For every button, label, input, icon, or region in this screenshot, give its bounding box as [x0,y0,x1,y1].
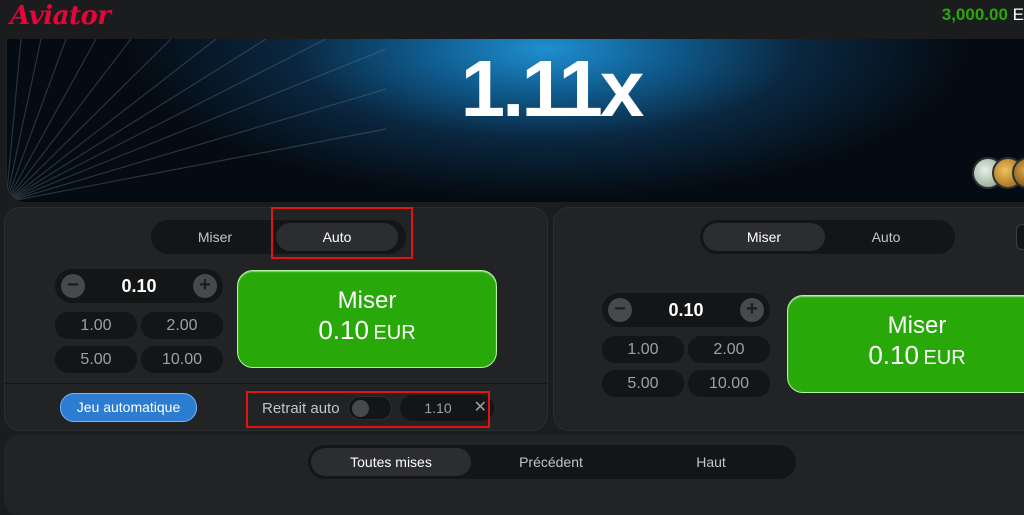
bet-panel-2: Miser Auto − 0.10 + 1.00 2.00 5.00 10.00… [553,207,1024,431]
history-tabs: Toutes mises Précédent Haut [308,445,796,479]
auto-cashout-toggle[interactable] [348,396,392,420]
auto-play-button[interactable]: Jeu automatique [60,393,197,422]
bet-button-amount: 0.10 [318,315,369,345]
bets-history-panel: Toutes mises Précédent Haut [4,435,1024,515]
quick-amount-5[interactable]: 5.00 [55,346,137,373]
quick-amount-5[interactable]: 5.00 [602,370,684,397]
tab-all-bets[interactable]: Toutes mises [311,448,471,476]
bet-button-amount-line: 0.10 EUR [238,315,496,350]
game-stage: 1.11x [6,39,1024,202]
bet-mode-tabs: Miser Auto [151,220,406,254]
quick-amount-1[interactable]: 1.00 [55,312,137,339]
tab-bet[interactable]: Miser [703,223,825,251]
auto-cashout-label: Retrait auto [262,400,340,417]
quick-amount-2[interactable]: 2.00 [141,312,223,339]
stake-stepper: − 0.10 + [602,293,770,327]
bet-button-amount-line: 0.10 EUR [788,340,1024,375]
top-bar: Aviator 3,000.00 E [0,0,1024,32]
plus-icon[interactable]: + [740,298,764,322]
bet-button-label: Miser [887,312,947,339]
panel-toggle-button[interactable] [1016,224,1024,250]
quick-amount-10[interactable]: 10.00 [141,346,223,373]
minus-icon[interactable]: − [608,298,632,322]
balance-display: 3,000.00 E [942,5,1024,25]
bet-button-label: Miser [337,287,397,314]
aviator-logo[interactable]: Aviator [10,0,111,32]
minus-icon[interactable]: − [61,274,85,298]
auto-cashout-input[interactable]: 1.10 ✕ [400,395,494,421]
close-icon[interactable]: ✕ [474,395,487,421]
bet-button-currency: EUR [373,322,416,344]
panel-divider [5,383,547,384]
tab-top[interactable]: Haut [631,448,791,476]
quick-amount-2[interactable]: 2.00 [688,336,770,363]
balance-currency: E [1012,5,1024,24]
tab-auto[interactable]: Auto [825,223,947,251]
multiplier-display: 1.11x [460,44,645,133]
stake-value[interactable]: 0.10 [95,269,183,303]
quick-amount-1[interactable]: 1.00 [602,336,684,363]
bet-mode-tabs: Miser Auto [700,220,955,254]
stake-value[interactable]: 0.10 [642,293,730,327]
tab-auto[interactable]: Auto [276,223,398,251]
bet-panel-1: Miser Auto − 0.10 + 1.00 2.00 5.00 10.00… [4,207,548,431]
bet-button-currency: EUR [923,347,966,369]
toggle-knob [352,400,369,417]
balance-amount: 3,000.00 [941,5,1008,24]
quick-amount-10[interactable]: 10.00 [688,370,770,397]
auto-cashout-value: 1.10 [424,400,452,416]
bet-button-amount: 0.10 [868,340,919,370]
bet-button[interactable]: Miser 0.10 EUR [787,295,1024,393]
tab-bet[interactable]: Miser [154,223,276,251]
bet-button[interactable]: Miser 0.10 EUR [237,270,497,368]
stake-stepper: − 0.10 + [55,269,223,303]
tab-previous[interactable]: Précédent [471,448,631,476]
plus-icon[interactable]: + [193,274,217,298]
